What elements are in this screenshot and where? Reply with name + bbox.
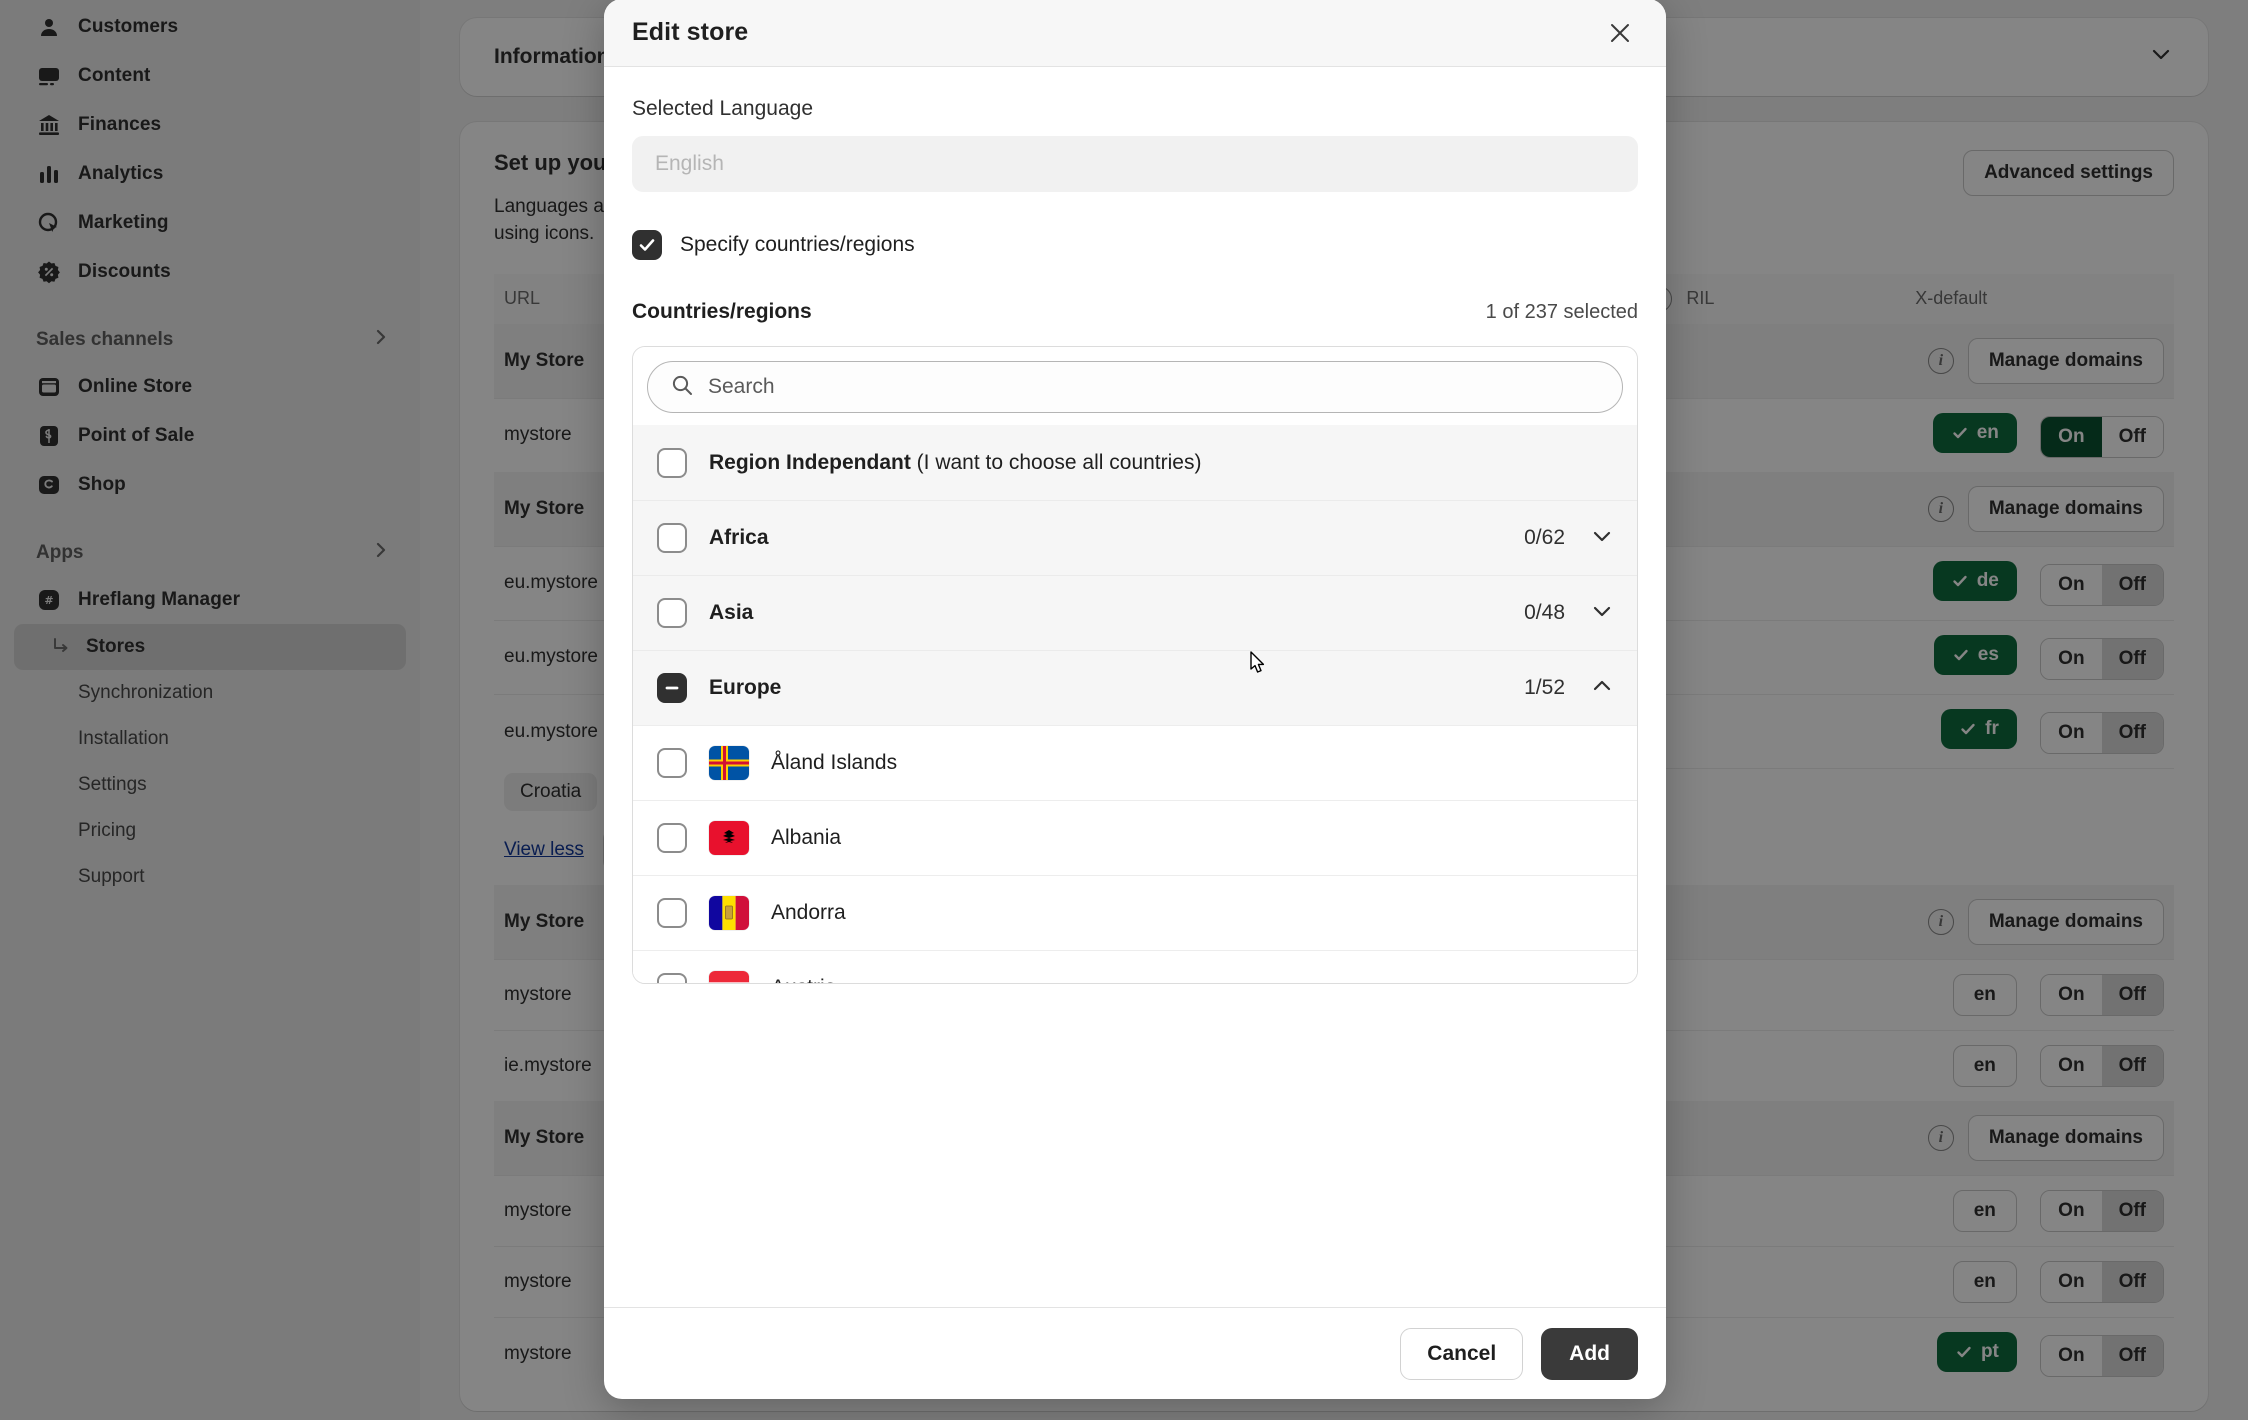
region-checkbox[interactable] — [657, 523, 687, 553]
region-label: Asia — [709, 601, 754, 624]
country-checkbox[interactable] — [657, 748, 687, 778]
region-label: Europe — [709, 676, 782, 699]
flag-icon-albania — [709, 821, 749, 855]
selected-language-placeholder: English — [655, 152, 724, 175]
region-row-asia[interactable]: Asia 0/48 — [633, 575, 1637, 650]
cancel-button[interactable]: Cancel — [1400, 1327, 1524, 1380]
region-checkbox[interactable] — [657, 447, 687, 478]
country-label: Austria — [771, 976, 836, 983]
country-row-aland-islands[interactable]: Åland Islands — [633, 725, 1637, 800]
selected-count: 1 of 237 selected — [1485, 301, 1638, 323]
country-row-albania[interactable]: Albania — [633, 800, 1637, 875]
search-wrapper — [633, 347, 1637, 425]
region-count: 0/48 — [1524, 601, 1565, 624]
chevron-up-icon[interactable] — [1589, 673, 1615, 704]
selected-language-field[interactable]: English — [632, 136, 1638, 192]
region-note-text: (I want to choose all countries) — [916, 450, 1202, 474]
search-input[interactable] — [708, 375, 1600, 399]
country-row-andorra[interactable]: Andorra — [633, 875, 1637, 950]
search-field[interactable] — [647, 361, 1623, 413]
modal-header: Edit store — [604, 0, 1666, 67]
country-checkbox[interactable] — [657, 898, 687, 928]
modal-footer: Cancel Add — [604, 1307, 1666, 1399]
region-row-europe[interactable]: Europe 1/52 — [633, 650, 1637, 725]
countries-listbox: Region Independant (I want to choose all… — [632, 346, 1638, 984]
countries-regions-title: Countries/regions — [632, 300, 812, 323]
region-checkbox[interactable] — [657, 598, 687, 628]
flag-icon-austria — [709, 971, 749, 983]
mouse-cursor — [1243, 648, 1273, 691]
modal-title: Edit store — [632, 18, 749, 46]
region-count: 1/52 — [1524, 676, 1565, 699]
region-count: 0/62 — [1524, 526, 1565, 549]
country-label: Albania — [771, 826, 842, 849]
chevron-down-icon[interactable] — [1589, 523, 1615, 554]
country-row-austria[interactable]: Austria — [633, 950, 1637, 983]
countries-regions-header: Countries/regions 1 of 237 selected — [632, 300, 1638, 324]
country-checkbox[interactable] — [657, 973, 687, 983]
region-label: Region Independant (I want to choose all… — [709, 451, 1201, 475]
selected-language-label: Selected Language — [632, 97, 813, 120]
modal-body: Selected Language English Specify countr… — [604, 67, 1666, 1307]
flag-icon-aland — [709, 746, 749, 780]
specify-countries-label: Specify countries/regions — [680, 233, 915, 256]
edit-store-modal: Edit store Selected Language English Spe… — [604, 0, 1666, 1399]
country-label: Åland Islands — [771, 751, 898, 774]
country-checkbox[interactable] — [657, 823, 687, 853]
list-scroll-area[interactable]: Region Independant (I want to choose all… — [633, 425, 1637, 983]
specify-countries-checkbox-row[interactable]: Specify countries/regions — [632, 230, 1638, 260]
region-row-region-independant[interactable]: Region Independant (I want to choose all… — [633, 425, 1637, 500]
close-icon[interactable] — [1600, 13, 1640, 53]
region-label: Africa — [709, 526, 769, 549]
specify-countries-checkbox[interactable] — [632, 230, 662, 260]
search-icon — [670, 373, 694, 402]
region-row-africa[interactable]: Africa 0/62 — [633, 500, 1637, 575]
country-label: Andorra — [771, 901, 846, 924]
chevron-down-icon[interactable] — [1589, 598, 1615, 629]
add-button[interactable]: Add — [1541, 1327, 1638, 1380]
region-checkbox[interactable] — [657, 673, 687, 703]
region-name-text: Region Independant — [709, 450, 911, 474]
flag-icon-andorra — [709, 896, 749, 930]
